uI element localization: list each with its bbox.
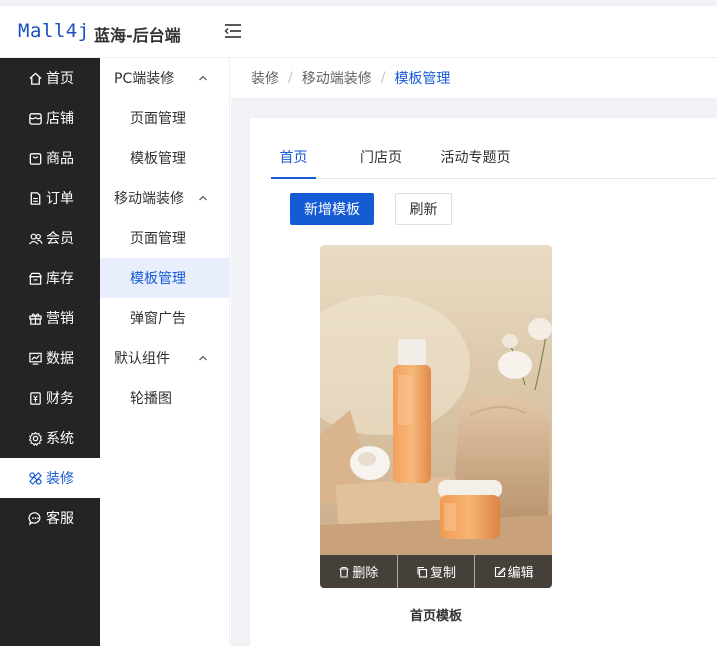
- breadcrumb-separator: /: [380, 70, 386, 86]
- decor-icon: [27, 470, 43, 486]
- sidebar-item-system[interactable]: 系统: [0, 418, 100, 458]
- logo: Mall4j: [18, 20, 90, 42]
- inventory-icon: [27, 270, 43, 286]
- gear-icon: [27, 430, 43, 446]
- top-bar: Mall4j 蓝海-后台端: [0, 0, 717, 58]
- sidebar-item-label: 数据: [46, 351, 74, 367]
- breadcrumb-current: 模板管理: [394, 71, 451, 87]
- sidebar-item-label: 系统: [46, 431, 74, 447]
- submenu-group-label: 默认组件: [114, 351, 170, 367]
- submenu-item-popup-ads[interactable]: 弹窗广告: [100, 298, 229, 338]
- submenu-group-default-components[interactable]: 默认组件: [100, 338, 229, 378]
- trash-icon: [338, 566, 350, 578]
- sidebar-item-label: 装修: [46, 471, 74, 487]
- main-content: 装修 / 移动端装修 / 模板管理 首页 门店页 活动专题页 新增模板 刷新 删…: [231, 58, 717, 646]
- breadcrumb-item[interactable]: 装修: [251, 68, 279, 88]
- copy-template-button[interactable]: 复制: [398, 555, 475, 588]
- sidebar-item-store[interactable]: 店铺: [0, 98, 100, 138]
- chevron-up-icon: [197, 192, 209, 204]
- bag-icon: [27, 150, 43, 166]
- sidebar-item-label: 客服: [46, 511, 74, 527]
- template-card-actions: 删除 复制 编辑: [320, 555, 552, 588]
- sidebar-item-label: 营销: [46, 311, 74, 327]
- sidebar-item-service[interactable]: 客服: [0, 498, 100, 538]
- template-card[interactable]: 删除 复制 编辑: [320, 245, 552, 588]
- menu-collapse-icon[interactable]: [223, 22, 243, 40]
- sidebar-item-marketing[interactable]: 营销: [0, 298, 100, 338]
- submenu-item-mobile-templates[interactable]: 模板管理: [100, 258, 229, 298]
- delete-label: 删除: [352, 566, 379, 581]
- chevron-up-icon: [197, 72, 209, 84]
- add-template-button[interactable]: 新增模板: [290, 193, 374, 225]
- finance-icon: [27, 390, 43, 406]
- tab-activity-page[interactable]: 活动专题页: [438, 148, 513, 179]
- submenu-item-pc-pages[interactable]: 页面管理: [100, 98, 229, 138]
- submenu-item-carousel[interactable]: 轮播图: [100, 378, 229, 418]
- sidebar-item-label: 会员: [46, 231, 74, 247]
- chat-icon: [27, 510, 43, 526]
- data-icon: [27, 350, 43, 366]
- copy-icon: [416, 566, 428, 578]
- chevron-up-icon: [197, 352, 209, 364]
- tab-bar: 首页 门店页 活动专题页: [271, 148, 717, 179]
- breadcrumb-item[interactable]: 移动端装修: [302, 68, 372, 88]
- sidebar-item-label: 库存: [46, 271, 74, 287]
- order-icon: [27, 190, 43, 206]
- copy-label: 复制: [430, 566, 457, 581]
- template-panel: 首页 门店页 活动专题页 新增模板 刷新 删除 复制 编辑 首页模板: [250, 118, 717, 646]
- submenu-group-mobile[interactable]: 移动端装修: [100, 178, 229, 218]
- sidebar-item-decoration[interactable]: 装修: [0, 458, 100, 498]
- submenu-group-pc[interactable]: PC端装修: [100, 58, 229, 98]
- submenu-group-label: 移动端装修: [114, 191, 184, 207]
- sidebar-item-members[interactable]: 会员: [0, 218, 100, 258]
- submenu-group-label: PC端装修: [114, 71, 175, 87]
- submenu-item-mobile-pages[interactable]: 页面管理: [100, 218, 229, 258]
- breadcrumb-separator: /: [288, 70, 293, 86]
- sidebar-item-inventory[interactable]: 库存: [0, 258, 100, 298]
- sidebar-item-label: 首页: [46, 71, 74, 87]
- edit-label: 编辑: [507, 566, 534, 581]
- sidebar-item-label: 订单: [46, 191, 74, 207]
- sidebar-item-label: 商品: [46, 151, 74, 167]
- sidebar: 首页 店铺 商品 订单 会员 库存 营销 数据 财务 系统 装修 客服: [0, 58, 100, 646]
- template-preview-image: [320, 245, 552, 588]
- sidebar-item-home[interactable]: 首页: [0, 58, 100, 98]
- submenu: PC端装修 页面管理 模板管理 移动端装修 页面管理 模板管理 弹窗广告 默认组…: [100, 58, 230, 646]
- sidebar-item-products[interactable]: 商品: [0, 138, 100, 178]
- submenu-item-pc-templates[interactable]: 模板管理: [100, 138, 229, 178]
- sidebar-item-label: 店铺: [46, 111, 74, 127]
- sidebar-item-finance[interactable]: 财务: [0, 378, 100, 418]
- gift-icon: [27, 310, 43, 326]
- home-icon: [27, 70, 43, 86]
- store-icon: [27, 110, 43, 126]
- sidebar-item-orders[interactable]: 订单: [0, 178, 100, 218]
- refresh-button[interactable]: 刷新: [395, 193, 452, 225]
- edit-template-button[interactable]: 编辑: [475, 555, 552, 588]
- members-icon: [27, 230, 43, 246]
- delete-template-button[interactable]: 删除: [320, 555, 397, 588]
- edit-icon: [494, 566, 506, 578]
- sidebar-item-label: 财务: [46, 391, 74, 407]
- template-card-title: 首页模板: [409, 609, 462, 624]
- sidebar-item-data[interactable]: 数据: [0, 338, 100, 378]
- tab-home[interactable]: 首页: [271, 148, 316, 179]
- app-title: 蓝海-后台端: [94, 26, 181, 45]
- breadcrumb: 装修 / 移动端装修 / 模板管理: [231, 58, 717, 98]
- tab-store-page[interactable]: 门店页: [356, 148, 406, 179]
